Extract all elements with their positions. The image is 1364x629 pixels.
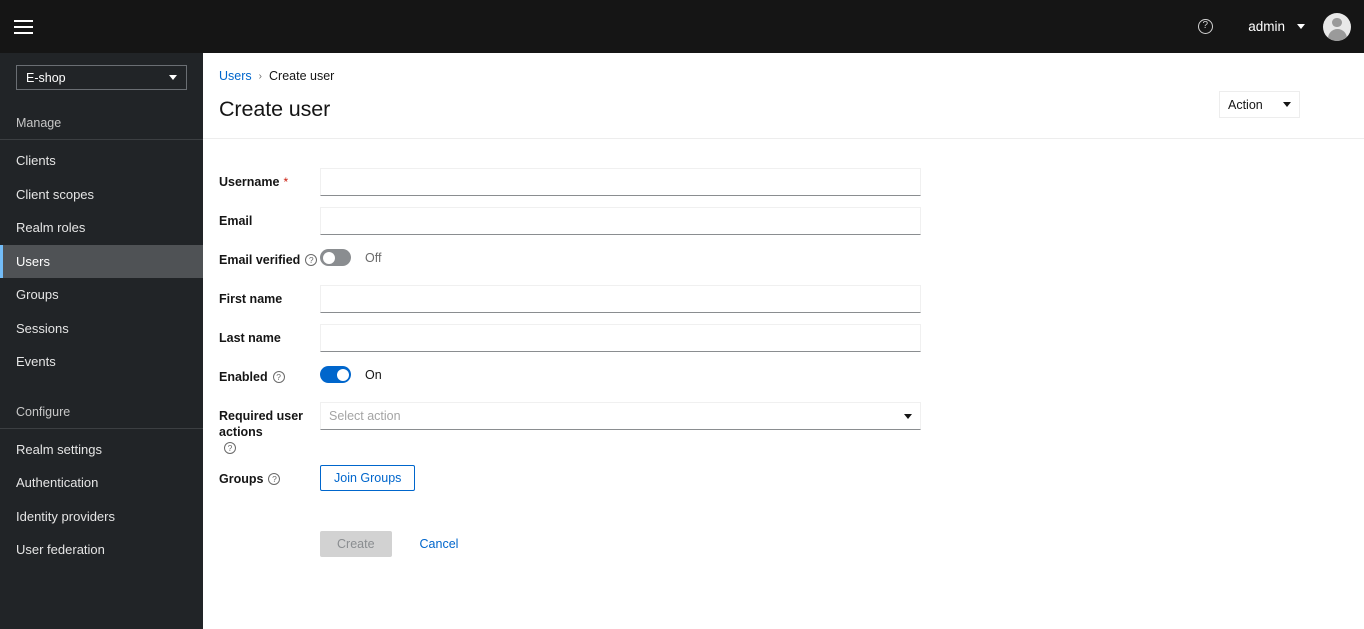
chevron-down-icon xyxy=(169,75,177,80)
form-row-email-verified: Email verified? Off xyxy=(203,246,1364,276)
action-dropdown-label: Action xyxy=(1228,97,1263,112)
label-groups: Groups? xyxy=(203,465,319,487)
label-email-verified-text: Email verified xyxy=(219,253,301,267)
label-enabled-text: Enabled xyxy=(219,370,268,384)
enabled-toggle[interactable] xyxy=(320,366,351,383)
masthead-toolbar: ? admin xyxy=(1188,0,1364,53)
chevron-down-icon xyxy=(1297,24,1305,29)
breadcrumb-link-users[interactable]: Users xyxy=(219,69,252,83)
label-email-verified: Email verified? xyxy=(203,246,319,268)
label-username: Username * xyxy=(203,168,319,190)
form-row-last-name: Last name xyxy=(203,324,1364,354)
toggle-knob xyxy=(322,251,335,264)
required-user-actions-placeholder: Select action xyxy=(329,409,401,423)
label-last-name-text: Last name xyxy=(219,331,281,345)
page-header: Users › Create user Create user Action xyxy=(203,53,1364,139)
toggle-knob xyxy=(336,368,349,381)
hamburger-bars xyxy=(13,16,33,38)
sidebar: E-shop Manage Clients Client scopes Real… xyxy=(0,53,203,629)
email-input[interactable] xyxy=(320,207,921,235)
sidebar-item-events[interactable]: Events xyxy=(0,345,203,379)
breadcrumb-current: Create user xyxy=(269,69,335,83)
label-last-name: Last name xyxy=(203,324,319,346)
sidebar-section-title-manage: Manage xyxy=(16,116,62,130)
breadcrumb-separator-icon: › xyxy=(258,70,262,82)
label-required-user-actions-text: Required user actions xyxy=(219,409,304,439)
join-groups-button[interactable]: Join Groups xyxy=(320,465,416,491)
user-menu-dropdown[interactable]: admin xyxy=(1248,19,1305,34)
label-email-text: Email xyxy=(219,214,253,228)
help-glyph: ? xyxy=(1197,19,1213,34)
email-verified-toggle[interactable] xyxy=(320,249,351,266)
chevron-down-icon xyxy=(904,413,912,419)
form-row-email: Email xyxy=(203,207,1364,237)
label-required-user-actions: Required user actions ? xyxy=(203,402,319,456)
first-name-input[interactable] xyxy=(320,285,921,313)
form-row-required-user-actions: Required user actions ? Select action xyxy=(203,402,1364,456)
form-row-first-name: First name xyxy=(203,285,1364,315)
help-icon[interactable]: ? xyxy=(224,442,236,454)
create-button[interactable]: Create xyxy=(320,531,392,557)
cancel-button[interactable]: Cancel xyxy=(412,537,467,551)
required-marker: * xyxy=(283,175,289,189)
sidebar-item-realm-roles[interactable]: Realm roles xyxy=(0,211,203,245)
last-name-input[interactable] xyxy=(320,324,921,352)
sidebar-section-title-configure: Configure xyxy=(16,404,71,419)
action-dropdown[interactable]: Action xyxy=(1219,91,1300,118)
username-label: admin xyxy=(1248,19,1285,34)
breadcrumb: Users › Create user xyxy=(203,67,1364,85)
page-title: Create user xyxy=(219,97,331,121)
form-row-groups: Groups? Join Groups xyxy=(203,465,1364,495)
username-input[interactable] xyxy=(320,168,921,196)
help-icon[interactable]: ? xyxy=(268,473,281,485)
sidebar-item-users[interactable]: Users xyxy=(0,244,203,278)
avatar[interactable] xyxy=(1323,12,1351,41)
sidebar-item-sessions[interactable]: Sessions xyxy=(0,312,203,346)
label-email: Email xyxy=(203,207,319,229)
masthead: ? admin xyxy=(0,0,1364,53)
required-user-actions-select[interactable]: Select action xyxy=(320,402,921,430)
sidebar-item-client-scopes[interactable]: Client scopes xyxy=(0,178,203,212)
label-first-name: First name xyxy=(203,285,319,307)
form-row-enabled: Enabled? On xyxy=(203,363,1364,393)
sidebar-item-authentication[interactable]: Authentication xyxy=(0,466,203,500)
email-verified-state-label: Off xyxy=(365,250,382,265)
sidebar-item-identity-providers[interactable]: Identity providers xyxy=(0,500,203,534)
label-groups-text: Groups xyxy=(219,472,264,486)
label-username-text: Username xyxy=(219,175,280,189)
hamburger-menu-icon[interactable] xyxy=(0,0,46,53)
realm-selector[interactable]: E-shop xyxy=(16,65,187,90)
chevron-down-icon xyxy=(1283,102,1291,107)
sidebar-divider xyxy=(0,427,203,429)
label-first-name-text: First name xyxy=(219,292,283,306)
sidebar-item-clients[interactable]: Clients xyxy=(0,144,203,178)
sidebar-divider xyxy=(0,139,203,140)
sidebar-item-groups[interactable]: Groups xyxy=(0,278,203,312)
main-content: Users › Create user Create user Action U… xyxy=(203,53,1364,629)
form-actions: Create Cancel xyxy=(203,531,1364,557)
form-row-username: Username * xyxy=(203,168,1364,198)
help-icon[interactable]: ? xyxy=(272,371,285,383)
enabled-state-label: On xyxy=(365,367,382,382)
label-enabled: Enabled? xyxy=(203,363,319,385)
create-user-form: Username * Email Email verified? Off Fir… xyxy=(203,139,1364,557)
help-icon[interactable]: ? xyxy=(305,254,318,266)
question-circle-icon[interactable]: ? xyxy=(1188,10,1222,44)
realm-selected-label: E-shop xyxy=(26,70,66,85)
sidebar-item-user-federation[interactable]: User federation xyxy=(0,533,203,567)
sidebar-item-realm-settings[interactable]: Realm settings xyxy=(0,433,203,467)
